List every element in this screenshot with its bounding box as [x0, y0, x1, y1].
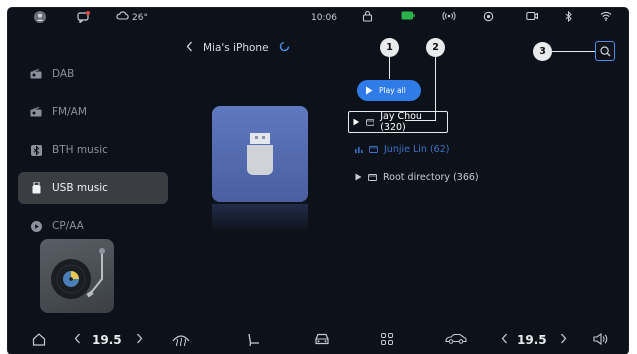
- callout-3: 3: [533, 42, 552, 61]
- back-button[interactable]: [186, 41, 193, 55]
- radio-icon: [30, 68, 42, 80]
- folder-icon: [369, 145, 378, 153]
- list-item-label: Root directory (366): [383, 171, 479, 183]
- chevron-right-icon: [137, 333, 143, 344]
- list-item-label: Junjie Lin (62): [384, 143, 450, 155]
- apps-button[interactable]: [381, 333, 393, 345]
- clock: 10:06: [311, 13, 337, 23]
- temp-left-increase[interactable]: [136, 333, 143, 344]
- bag-icon: [362, 11, 373, 22]
- list-item-label: Jay Chou (320): [380, 111, 422, 133]
- callout-1-line: [389, 57, 390, 79]
- sidebar-item-label: CP/AA: [52, 220, 84, 232]
- volume-button[interactable]: [593, 333, 608, 345]
- play-icon: [353, 118, 360, 126]
- device-header: Mia's iPhone: [186, 41, 290, 55]
- camera-icon: [526, 11, 538, 21]
- folder-icon: [368, 173, 377, 181]
- search-icon: [599, 45, 610, 56]
- vinyl-record-icon: [51, 248, 105, 299]
- sidebar-item-bth-music[interactable]: BTH music: [18, 134, 168, 166]
- list-item[interactable]: Root directory (366): [351, 166, 591, 188]
- defrost-icon: [172, 335, 190, 346]
- search-button[interactable]: [595, 41, 615, 61]
- message-icon[interactable]: [77, 11, 90, 23]
- location-icon: [483, 11, 494, 22]
- temp-right-increase[interactable]: [560, 333, 567, 344]
- usb-device-tile: [212, 106, 308, 202]
- play-icon: [366, 86, 373, 95]
- temp-right-decrease[interactable]: [501, 333, 508, 344]
- sidebar-item-label: BTH music: [52, 144, 108, 156]
- status-bar: 26° 10:06: [8, 8, 628, 30]
- sidebar-item-fmam[interactable]: FM/AM: [18, 96, 168, 128]
- chevron-left-icon: [501, 333, 507, 344]
- sidebar-item-dab[interactable]: DAB: [18, 58, 168, 90]
- bluetooth-icon: [564, 11, 573, 22]
- carplay-icon: [30, 220, 42, 232]
- loading-spinner-icon: [279, 41, 290, 55]
- device-name: Mia's iPhone: [203, 42, 269, 54]
- battery-icon: [401, 11, 415, 20]
- sidebar-item-usb-music[interactable]: USB music: [18, 172, 168, 204]
- car-side-button[interactable]: [445, 333, 467, 344]
- defrost-button[interactable]: [172, 333, 190, 346]
- callout-2: 2: [426, 38, 445, 57]
- media-screen: 26° 10:06 DAB FM/AM BTH music USB music …: [8, 8, 628, 354]
- usb-drive-icon: [247, 133, 273, 175]
- list-item[interactable]: Junjie Lin (62): [351, 138, 591, 160]
- callout-2-connector: [405, 120, 436, 121]
- play-icon: [355, 173, 362, 181]
- bluetooth-icon: [30, 144, 42, 156]
- temp-right-value: 19.5: [517, 333, 547, 347]
- hotspot-icon: [442, 11, 456, 21]
- sidebar-item-cpaa[interactable]: CP/AA: [18, 210, 168, 242]
- callout-3-line: [552, 51, 595, 52]
- avatar-icon[interactable]: [34, 11, 46, 23]
- car-side-icon: [445, 333, 467, 344]
- usb-icon: [30, 182, 42, 194]
- wifi-icon: [600, 11, 612, 21]
- home-button[interactable]: [32, 333, 46, 346]
- list-item[interactable]: Jay Chou (320): [348, 111, 448, 133]
- sidebar-item-label: USB music: [52, 182, 108, 194]
- apps-grid-icon: [381, 333, 393, 345]
- tile-reflection: [212, 204, 308, 232]
- seat-icon: [248, 333, 259, 347]
- chevron-right-icon: [561, 333, 567, 344]
- play-all-label: Play all: [379, 86, 406, 95]
- equalizer-icon: [355, 146, 363, 153]
- play-all-button[interactable]: Play all: [357, 80, 421, 101]
- chevron-left-icon: [186, 41, 192, 52]
- cloud-icon: [116, 11, 129, 25]
- chevron-left-icon: [74, 333, 80, 344]
- car-button[interactable]: [314, 333, 330, 345]
- weather-temp: 26°: [132, 13, 148, 23]
- weather-indicator: 26°: [116, 11, 148, 25]
- seat-button[interactable]: [247, 333, 261, 347]
- folder-icon: [365, 118, 375, 126]
- volume-icon: [593, 333, 608, 345]
- car-front-icon: [315, 333, 329, 345]
- radio-icon: [30, 106, 42, 118]
- home-icon: [32, 333, 46, 346]
- callout-1: 1: [380, 38, 399, 57]
- temp-left-value: 19.5: [92, 333, 122, 347]
- callout-2-line: [435, 57, 436, 120]
- sidebar-item-label: DAB: [52, 68, 75, 80]
- temp-left-decrease[interactable]: [74, 333, 81, 344]
- climate-bar: 19.5 19.5: [8, 330, 628, 354]
- album-art[interactable]: [40, 239, 114, 313]
- sidebar-item-label: FM/AM: [52, 106, 87, 118]
